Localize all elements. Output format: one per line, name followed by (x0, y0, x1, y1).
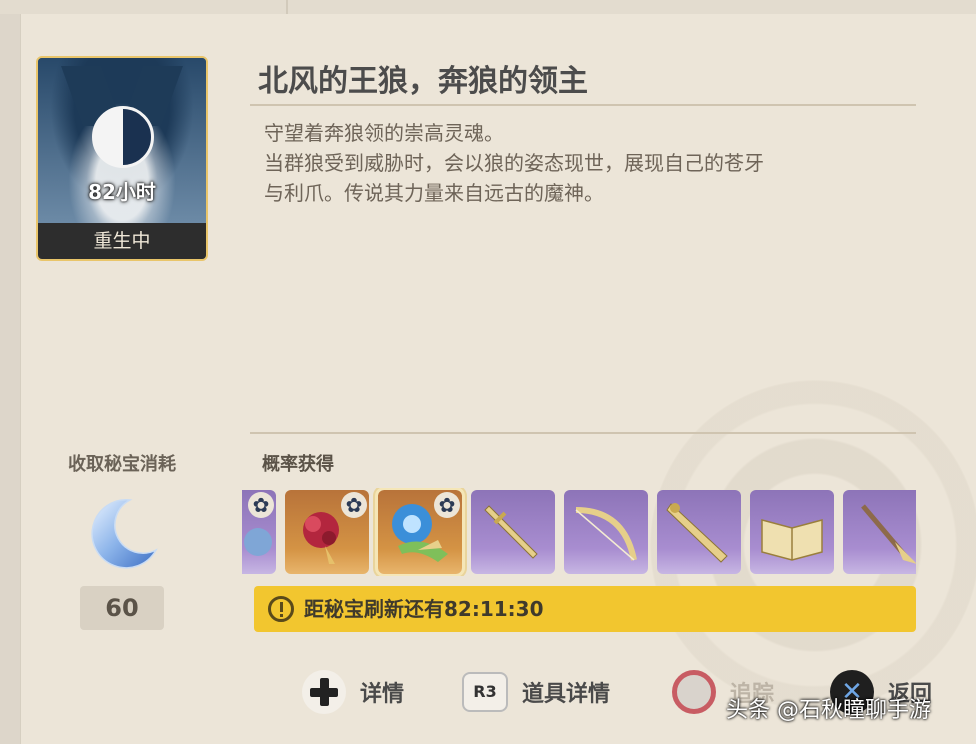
claymore-item[interactable] (657, 490, 741, 574)
description-line: 与利爪。传说其力量来自远古的魔神。 (264, 181, 604, 205)
refresh-timer-text: 距秘宝刷新还有82:11:30 (304, 597, 544, 621)
cost-label: 收取秘宝消耗 (68, 454, 176, 475)
polearm-item[interactable] (843, 490, 916, 574)
boss-title: 北风的王狼，奔狼的领主 (258, 64, 588, 99)
flower-badge-icon: ✿ (248, 492, 274, 518)
catalyst-book-icon (761, 519, 823, 561)
description-line: 当群狼受到威胁时，会以狼的姿态现世，展现自己的苍牙 (264, 151, 764, 175)
description-line: 守望着奔狼领的崇高灵魂。 (264, 121, 504, 145)
divider (250, 104, 916, 106)
item-details-hint[interactable]: R3 道具详情 (462, 670, 610, 714)
drops-label: 概率获得 (262, 454, 334, 475)
respawn-timer: 82小时 (88, 180, 156, 204)
partial-item[interactable]: ✿ (242, 490, 276, 574)
crescent-moon-resin-icon (91, 499, 158, 569)
polearm-icon (861, 504, 916, 564)
flower-badge-icon: ✿ (434, 492, 460, 518)
blue-flower-artifact[interactable]: ✿ (375, 488, 465, 576)
catalyst-item[interactable] (750, 490, 834, 574)
sword-icon (484, 505, 538, 559)
r3-button-icon: R3 (462, 672, 508, 712)
claymore-icon (666, 503, 728, 563)
item-details-label: 道具详情 (522, 682, 611, 707)
drops-list[interactable]: ✿ ✿ ✿ (242, 488, 916, 576)
top-frame (0, 0, 976, 14)
bow-item[interactable] (564, 490, 648, 574)
details-hint[interactable]: 详情 (302, 670, 404, 714)
circle-button-icon (672, 670, 716, 714)
details-label: 详情 (360, 682, 405, 707)
sword-item[interactable] (471, 490, 555, 574)
cost-value: 60 (80, 586, 164, 630)
dpad-icon (302, 670, 346, 714)
red-flower-artifact[interactable]: ✿ (285, 490, 369, 574)
bow-icon (575, 507, 637, 561)
divider (250, 432, 916, 434)
alert-clock-icon (268, 596, 294, 622)
refresh-timer-bar: 距秘宝刷新还有82:11:30 (254, 586, 916, 632)
boss-description: 守望着奔狼领的崇高灵魂。 当群狼受到威胁时，会以狼的姿态现世，展现自己的苍牙 与… (264, 118, 914, 208)
clock-icon (92, 106, 154, 168)
status-badge: 重生中 (38, 223, 206, 259)
boss-card[interactable]: 82小时 重生中 (36, 56, 208, 261)
flower-badge-icon: ✿ (341, 492, 367, 518)
source-watermark: 头条 @石秋瞳聊手游 (726, 698, 931, 723)
